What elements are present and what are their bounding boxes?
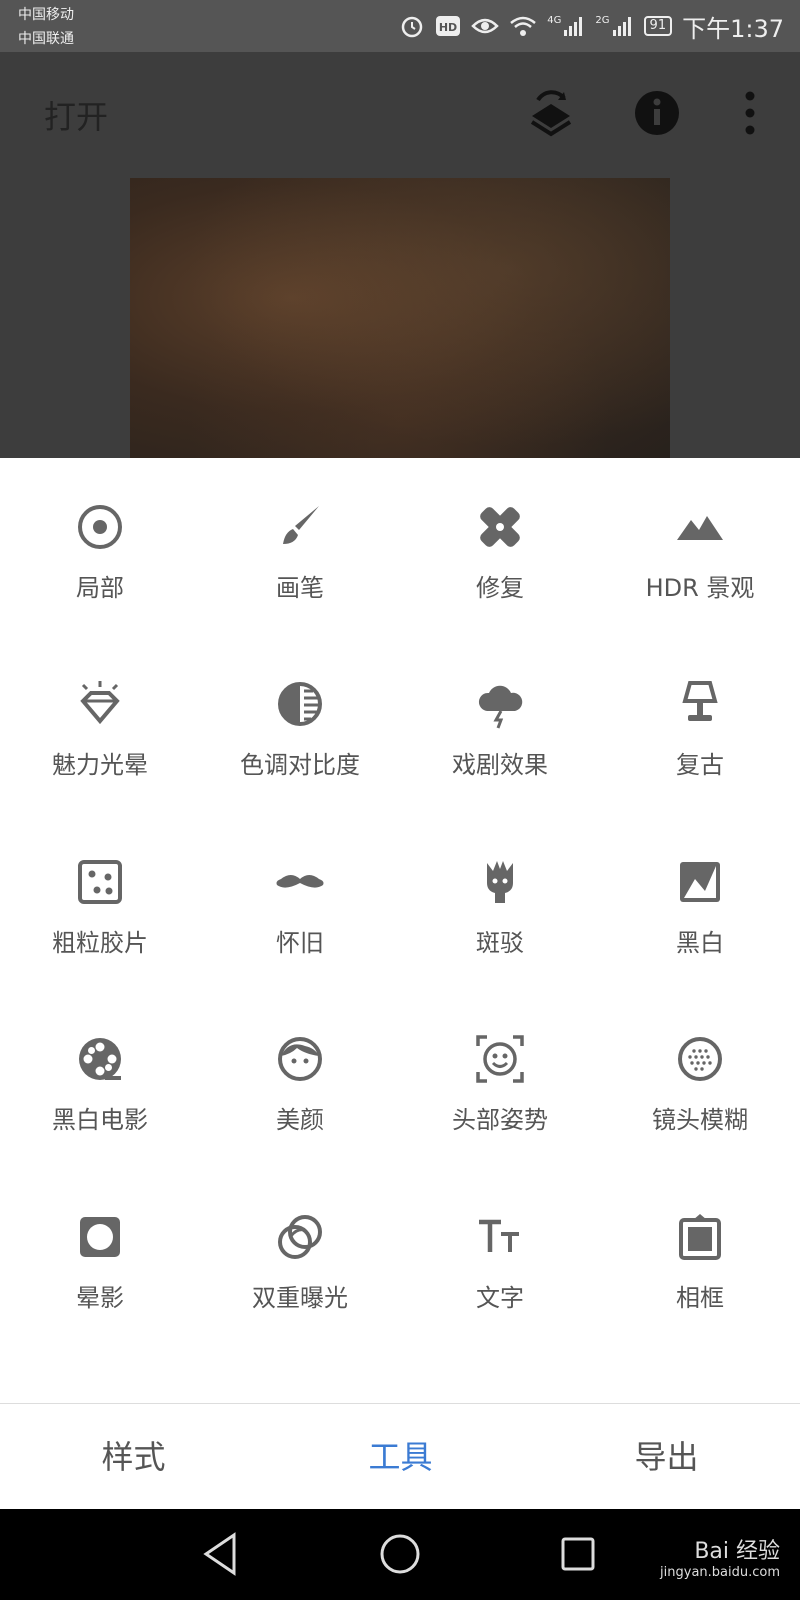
tool-vignette[interactable]: 晕影 bbox=[0, 1168, 200, 1318]
tool-label: 魅力光晕 bbox=[52, 751, 148, 779]
brush-icon bbox=[283, 506, 319, 544]
tool-vintage[interactable]: 复古 bbox=[600, 635, 800, 785]
mountain-icon bbox=[677, 516, 723, 540]
diamond-icon bbox=[80, 681, 120, 725]
editor-top-area: 打开 bbox=[0, 52, 800, 458]
svg-text:HD: HD bbox=[439, 21, 457, 34]
system-nav-bar: Bai 经验 jingyan.baidu.com bbox=[0, 1509, 800, 1600]
mustache-icon bbox=[276, 875, 324, 888]
tab-tools[interactable]: 工具 bbox=[267, 1404, 534, 1510]
tool-label: 镜头模糊 bbox=[652, 1106, 748, 1134]
tool-portrait[interactable]: 美颜 bbox=[200, 990, 400, 1140]
recents-icon[interactable] bbox=[558, 1529, 598, 1579]
layers-icon[interactable] bbox=[528, 90, 574, 144]
guitar-icon bbox=[487, 861, 513, 903]
battery-indicator: 91 bbox=[643, 16, 673, 36]
film-reel-icon bbox=[79, 1038, 121, 1080]
tab-export[interactable]: 导出 bbox=[533, 1404, 800, 1510]
vignette-icon bbox=[80, 1217, 120, 1257]
double-exposure-icon bbox=[278, 1215, 322, 1259]
eye-icon bbox=[471, 18, 500, 34]
hd-icon: HD bbox=[436, 16, 461, 36]
lens-blur-icon bbox=[678, 1037, 722, 1081]
bottom-tab-bar: 样式 工具 导出 bbox=[0, 1403, 800, 1510]
storm-cloud-icon bbox=[478, 685, 523, 729]
tool-label: 相框 bbox=[676, 1284, 724, 1312]
signal-icon-2 bbox=[612, 17, 631, 36]
tool-label: 局部 bbox=[76, 574, 124, 602]
text-icon bbox=[479, 1219, 519, 1252]
tool-lens-blur[interactable]: 镜头模糊 bbox=[600, 990, 800, 1140]
tool-brush[interactable]: 画笔 bbox=[200, 458, 400, 608]
tool-text[interactable]: 文字 bbox=[400, 1168, 600, 1318]
tool-label: 双重曝光 bbox=[252, 1284, 348, 1312]
tool-label: 戏剧效果 bbox=[452, 751, 548, 779]
tool-frames[interactable]: 相框 bbox=[600, 1168, 800, 1318]
contrast-icon bbox=[278, 682, 322, 726]
more-vert-icon[interactable] bbox=[740, 90, 760, 136]
signal-icon bbox=[564, 17, 583, 36]
tool-black-white[interactable]: 黑白 bbox=[600, 813, 800, 963]
tool-label: HDR 景观 bbox=[645, 574, 755, 602]
carrier-1: 中国移动 bbox=[18, 7, 74, 23]
signal-2g-label: 2G bbox=[595, 14, 610, 26]
tool-label: 复古 bbox=[676, 751, 724, 779]
bw-photo-icon bbox=[680, 862, 720, 902]
tool-healing[interactable]: 修复 bbox=[400, 458, 600, 608]
target-icon bbox=[78, 505, 122, 549]
tool-hdr[interactable]: HDR 景观 bbox=[600, 458, 800, 608]
dice-icon bbox=[78, 860, 122, 904]
back-icon[interactable] bbox=[200, 1529, 240, 1579]
watermark-brand: Bai 经验 bbox=[694, 1539, 780, 1564]
tool-head-pose[interactable]: 头部姿势 bbox=[400, 990, 600, 1140]
tab-styles[interactable]: 样式 bbox=[0, 1404, 267, 1510]
watermark: Bai 经验 jingyan.baidu.com bbox=[660, 1533, 780, 1580]
tool-double-exposure[interactable]: 双重曝光 bbox=[200, 1168, 400, 1318]
tool-drama[interactable]: 戏剧效果 bbox=[400, 635, 600, 785]
home-icon[interactable] bbox=[378, 1529, 422, 1579]
open-button[interactable]: 打开 bbox=[44, 92, 108, 138]
frame-icon bbox=[679, 1214, 721, 1260]
tool-label: 怀旧 bbox=[276, 929, 324, 957]
tool-tonal-contrast[interactable]: 色调对比度 bbox=[200, 635, 400, 785]
status-time: 下午1:37 bbox=[682, 14, 784, 43]
alarm-icon bbox=[402, 16, 423, 38]
bandage-icon bbox=[480, 507, 520, 547]
photo-preview bbox=[130, 178, 670, 458]
tool-label: 画笔 bbox=[276, 574, 324, 602]
tool-label: 美颜 bbox=[276, 1106, 324, 1134]
tool-label: 晕影 bbox=[76, 1284, 124, 1312]
tool-glamour-glow[interactable]: 魅力光晕 bbox=[0, 635, 200, 785]
tool-grunge[interactable]: 斑驳 bbox=[400, 813, 600, 963]
tools-grid: 局部 画笔 修复 HDR 景观 魅力光晕 色调对比度 戏剧效果 复古 粗粒胶片 … bbox=[0, 458, 800, 1403]
tool-label: 色调对比度 bbox=[240, 751, 360, 779]
status-bar: 中国移动 中国联通 HD 4G 2G 91 下午1:37 bbox=[0, 0, 800, 52]
tool-grainy-film[interactable]: 粗粒胶片 bbox=[0, 813, 200, 963]
lamp-icon bbox=[682, 681, 718, 721]
tool-selective[interactable]: 局部 bbox=[0, 458, 200, 608]
tool-retrolux[interactable]: 怀旧 bbox=[200, 813, 400, 963]
face-icon bbox=[278, 1037, 322, 1081]
tool-noir[interactable]: 黑白电影 bbox=[0, 990, 200, 1140]
tool-label: 黑白电影 bbox=[52, 1106, 148, 1134]
face-scan-icon bbox=[476, 1035, 524, 1083]
tool-label: 斑驳 bbox=[476, 929, 524, 957]
watermark-url: jingyan.baidu.com bbox=[660, 1565, 780, 1580]
info-icon[interactable] bbox=[634, 90, 680, 136]
tool-label: 文字 bbox=[476, 1284, 524, 1312]
tool-label: 粗粒胶片 bbox=[52, 929, 148, 957]
tool-label: 头部姿势 bbox=[452, 1106, 548, 1134]
wifi-icon bbox=[510, 16, 537, 36]
signal-4g-label: 4G bbox=[547, 14, 562, 26]
carrier-2: 中国联通 bbox=[18, 31, 74, 47]
tool-label: 修复 bbox=[476, 574, 524, 602]
tool-label: 黑白 bbox=[676, 929, 724, 957]
